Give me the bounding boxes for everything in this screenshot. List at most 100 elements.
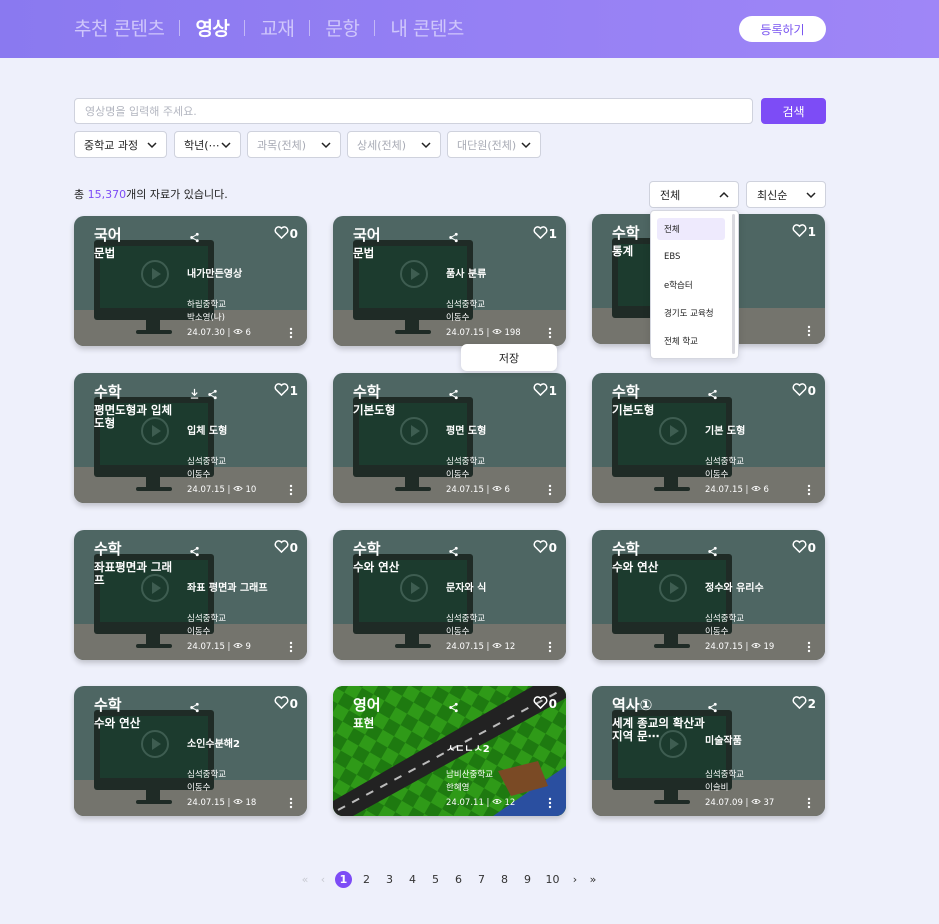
search-input[interactable] (74, 98, 753, 124)
share-icon[interactable] (448, 228, 460, 243)
page-number[interactable]: 7 (470, 873, 493, 886)
share-icon[interactable] (189, 542, 201, 557)
like-button[interactable]: 0 (792, 540, 816, 556)
nav-divider (179, 19, 181, 36)
dropdown-option[interactable]: 전체 학교 (657, 330, 725, 352)
page-number[interactable]: 4 (401, 873, 424, 886)
nav-tab-textbook[interactable]: 교재 (260, 14, 294, 41)
card-unit: 기본도형 (353, 403, 396, 417)
eye-icon (489, 485, 504, 495)
download-icon[interactable] (189, 384, 201, 399)
more-options-icon[interactable] (289, 794, 293, 809)
more-options-icon[interactable] (289, 481, 293, 496)
video-card[interactable]: 수학 수와 연산 소인수분해2 심석중학교 이동수 24.07.15 | 18 0 (74, 686, 307, 816)
first-page-icon[interactable]: « (296, 873, 314, 886)
register-button[interactable]: 등록하기 (739, 16, 826, 42)
video-card[interactable]: 영어 표현 ㅅㄷㄴㅅ2 남비산중학교 한혜영 24.07.11 | 12 0 (333, 686, 566, 816)
like-button[interactable]: 1 (533, 226, 557, 242)
last-page-icon[interactable]: » (584, 873, 602, 886)
search-button[interactable]: 검색 (761, 98, 826, 124)
dropdown-option[interactable]: e학습터 (657, 274, 725, 296)
heart-icon (792, 540, 808, 556)
heart-icon (792, 224, 808, 240)
card-unit: 표현 (353, 716, 375, 730)
video-card[interactable]: 수학 기본도형 기본 도형 심석중학교 이동수 24.07.15 | 6 0 (592, 373, 825, 503)
card-unit: 세계 종교의 확산과 지역 문⋯ (612, 716, 705, 743)
more-options-icon[interactable] (807, 481, 811, 496)
dropdown-option[interactable]: 경기도 교육청 (657, 302, 725, 324)
save-menu-item[interactable]: 저장 (461, 344, 557, 371)
share-icon[interactable] (707, 385, 719, 400)
share-icon[interactable] (448, 542, 460, 557)
filter-detail[interactable]: 상세(전체) (347, 131, 441, 158)
card-views: 9 (245, 642, 251, 652)
share-icon[interactable] (448, 385, 460, 400)
like-button[interactable]: 1 (533, 383, 557, 399)
video-card[interactable]: 수학 평면도형과 입체도형 입체 도형 심석중학교 이동수 24.07.15 | 10 1 (74, 373, 307, 503)
page-number[interactable]: 2 (355, 873, 378, 886)
next-page-icon[interactable]: › (566, 873, 584, 886)
like-button[interactable]: 0 (533, 696, 557, 712)
dropdown-scrollbar[interactable] (732, 214, 735, 354)
more-options-icon[interactable] (548, 638, 552, 653)
dropdown-option[interactable]: EBS (657, 246, 725, 268)
more-options-icon[interactable] (548, 324, 552, 339)
page-number[interactable]: 8 (493, 873, 516, 886)
card-views: 6 (504, 485, 510, 495)
share-icon[interactable] (448, 698, 460, 713)
filter-unit[interactable]: 대단원(전체) (447, 131, 541, 158)
card-meta: 24.07.09 | 37 (705, 798, 774, 808)
share-icon[interactable] (707, 542, 719, 557)
video-card[interactable]: 수학 기본도형 평면 도형 심석중학교 이동수 24.07.15 | 6 1 (333, 373, 566, 503)
video-card[interactable]: 수학 좌표평면과 그래프 좌표 평면과 그래프 심석중학교 이동수 24.07.15 | 9… (74, 530, 307, 660)
like-button[interactable]: 1 (792, 224, 816, 240)
source-filter-select[interactable]: 전체 (649, 181, 739, 208)
page-number[interactable]: 3 (378, 873, 401, 886)
card-subject: 국어 (94, 226, 122, 244)
more-options-icon[interactable] (807, 794, 811, 809)
video-card[interactable]: 국어 문법 내가만든영상 하림중학교 박소영(나) 24.07.30 | 6 0 (74, 216, 307, 346)
more-options-icon[interactable] (807, 322, 811, 337)
video-card[interactable]: 역사① 세계 종교의 확산과 지역 문⋯ 미술작품 심석중학교 이슬비 24.07.09 … (592, 686, 825, 816)
like-button[interactable]: 2 (792, 696, 816, 712)
page-number[interactable]: 5 (424, 873, 447, 886)
more-options-icon[interactable] (807, 638, 811, 653)
filter-school-level[interactable]: 중학교 과정 (74, 131, 167, 158)
filter-subject[interactable]: 과목(전체) (247, 131, 341, 158)
share-icon[interactable] (707, 698, 719, 713)
source-filter-dropdown: 전체 EBS e학습터 경기도 교육청 전체 학교 (650, 210, 739, 359)
like-button[interactable]: 0 (274, 696, 298, 712)
page-number[interactable]: 1 (335, 870, 352, 888)
filter-grade[interactable]: 학년(⋯ (174, 131, 241, 158)
like-button[interactable]: 0 (274, 226, 298, 242)
sort-order-label: 최신순 (757, 188, 788, 202)
like-button[interactable]: 0 (792, 383, 816, 399)
more-options-icon[interactable] (548, 481, 552, 496)
nav-tab-recommended[interactable]: 추천 콘텐츠 (74, 14, 165, 41)
like-button[interactable]: 0 (274, 540, 298, 556)
card-teacher: 이동수 (187, 470, 211, 480)
more-options-icon[interactable] (289, 324, 293, 339)
more-options-icon[interactable] (289, 638, 293, 653)
sort-order-select[interactable]: 최신순 (746, 181, 826, 208)
page-number[interactable]: 10 (539, 873, 566, 886)
video-card[interactable]: 수학 수와 연산 문자와 식 심석중학교 이동수 24.07.15 | 12 0 (333, 530, 566, 660)
page-number[interactable]: 6 (447, 873, 470, 886)
prev-page-icon[interactable]: ‹ (314, 873, 332, 886)
dropdown-option[interactable]: 전체 (657, 218, 725, 240)
nav-tab-questions[interactable]: 문항 (325, 14, 359, 41)
nav-tab-video[interactable]: 영상 (195, 14, 229, 41)
card-title: 소인수분해2 (187, 739, 240, 750)
like-button[interactable]: 0 (533, 540, 557, 556)
share-icon[interactable] (189, 698, 201, 713)
share-icon[interactable] (189, 228, 201, 243)
more-options-icon[interactable] (548, 794, 552, 809)
video-card[interactable]: 수학 수와 연산 정수와 유리수 심석중학교 이동수 24.07.15 | 19 0 (592, 530, 825, 660)
page-number[interactable]: 9 (516, 873, 539, 886)
video-card[interactable]: 국어 문법 품사 분류 심석중학교 이동수 24.07.15 | 198 1 (333, 216, 566, 346)
like-count: 0 (548, 697, 557, 711)
like-button[interactable]: 1 (274, 383, 298, 399)
like-count: 0 (289, 227, 298, 241)
nav-tab-my-content[interactable]: 내 콘텐츠 (390, 14, 464, 41)
share-icon[interactable] (207, 385, 219, 400)
